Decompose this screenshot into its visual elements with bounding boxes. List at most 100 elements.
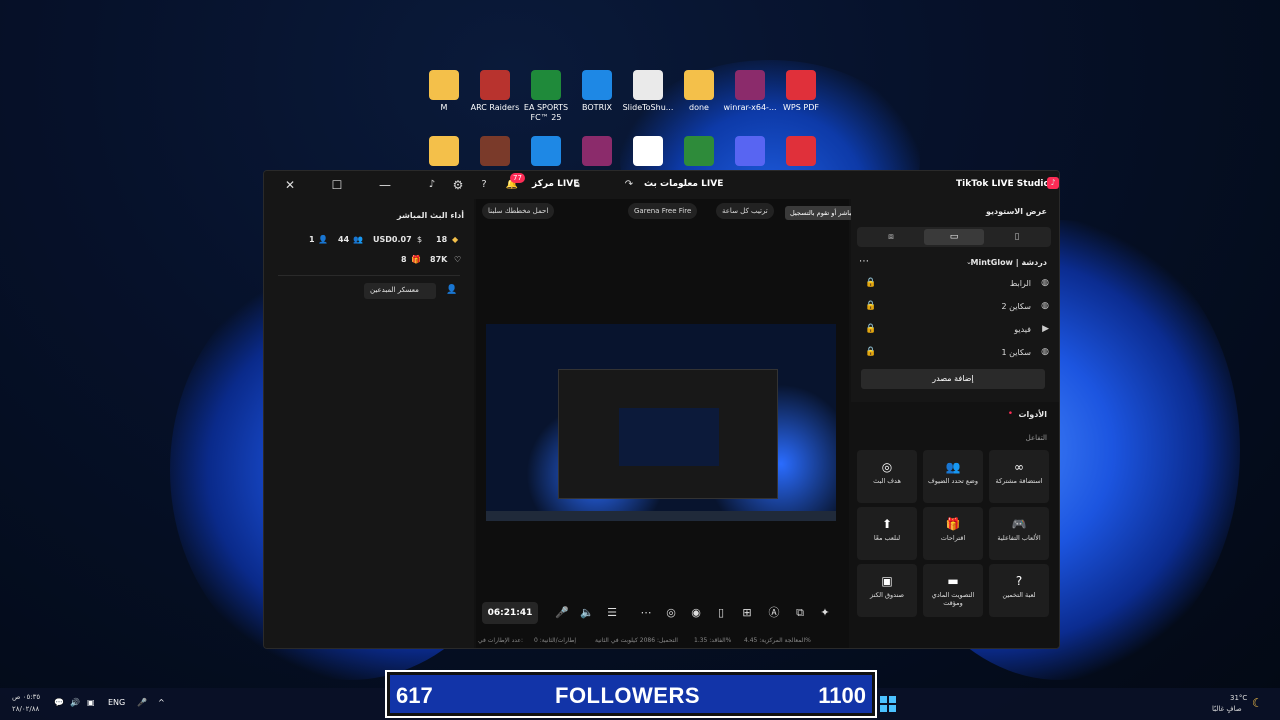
stream-stats: المعالجة المركزية: 4.45% الفاقد: 1.35% ا… [476, 635, 849, 648]
desktop-app-icon [735, 136, 765, 166]
home-icon[interactable]: ⌂ [569, 177, 585, 193]
minimize-button[interactable]: — [377, 177, 393, 193]
followers-current: 617 [396, 683, 433, 708]
tip-chip-plan[interactable]: احمل مخططك سلبنا [482, 203, 555, 219]
phone-icon[interactable]: ▯ [713, 605, 729, 621]
effects-icon[interactable]: ⧉ [792, 605, 808, 621]
tool-treasure-box[interactable]: ▣ صندوق الكنز [857, 564, 917, 617]
stat-fps: إطارات/الثانية: 0 [534, 637, 577, 644]
temperature[interactable]: 31°C [1230, 694, 1247, 702]
desktop-icon[interactable]: EA SPORTS FC™ 25 [518, 70, 574, 123]
treasure-icon: ▣ [881, 574, 893, 588]
add-screen-icon[interactable]: ⊞ [739, 605, 755, 621]
source-row[interactable]: 🔒 فيديو ▶ [861, 321, 1051, 339]
tool-games[interactable]: 🎮 الألعاب التفاعلية [989, 507, 1049, 560]
creator-camp-button[interactable]: معسكر المبدعين [364, 283, 436, 299]
mic-icon[interactable]: 🎤 [137, 698, 147, 707]
desktop-icon[interactable]: BOTRIX [569, 70, 625, 113]
desktop-icon[interactable] [416, 136, 472, 169]
desktop-icon[interactable] [620, 136, 676, 169]
source-name: سكاين 1 [1001, 348, 1031, 357]
weather-moon-icon[interactable]: ☾ [1252, 696, 1263, 710]
tiktok-live-studio-window: ✕ ☐ — ♪ ⚙ ? 🔔 77 مركز LIVE ⌂ ↷ معلومات ب… [263, 170, 1060, 649]
lock-icon[interactable]: 🔒 [865, 278, 876, 288]
tool-play-together[interactable]: ⬆ لنلعب معًا [857, 507, 917, 560]
volume-icon[interactable]: 🔊 [70, 698, 80, 707]
microphone-icon[interactable]: 🎤 [554, 605, 570, 621]
tiktok-logo-icon: ♪ [428, 179, 436, 190]
source-row[interactable]: 🔒 سكاين 1 ◍ [861, 344, 1051, 362]
tool-guess-game[interactable]: ? لعبة التخمين [989, 564, 1049, 617]
desktop-app-icon [684, 136, 714, 166]
clock-time[interactable]: ٠٥:٣٥ ص [12, 693, 40, 701]
guests-icon: 👥 [945, 460, 961, 474]
sliders-icon[interactable]: ☰ [604, 605, 620, 621]
share-icon[interactable]: ↷ [621, 177, 637, 193]
clock-date[interactable]: ٢٨/٠٢/٨٨ [12, 705, 39, 713]
desktop-icon[interactable]: done [671, 70, 727, 113]
ai-icon[interactable]: Ⓐ [766, 605, 782, 621]
stream-preview[interactable] [486, 324, 836, 521]
lock-icon[interactable]: 🔒 [865, 347, 876, 357]
close-button[interactable]: ✕ [282, 177, 298, 193]
orientation-split-icon[interactable]: ⧈ [861, 229, 921, 245]
desktop-icon[interactable] [518, 136, 574, 169]
desktop-icon[interactable]: WPS PDF [773, 70, 829, 113]
source-row[interactable]: 🔒 الرابط ◍ [861, 275, 1051, 293]
magic-wand-icon[interactable]: ✦ [817, 605, 833, 621]
tip-chip-game[interactable]: Garena Free Fire [628, 203, 698, 219]
orientation-portrait-icon[interactable]: ▯ [987, 229, 1047, 245]
tool-live-goal[interactable]: ◎ هدف البث [857, 450, 917, 503]
add-source-button[interactable]: إضافة مصدر [861, 369, 1045, 389]
nested-preview-window [558, 369, 778, 499]
desktop-icon[interactable]: SlideToShu... [620, 70, 676, 113]
stream-info-label[interactable]: معلومات بث LIVE [644, 179, 723, 189]
orientation-toggle: ⧈ ▭ ▯ [857, 227, 1051, 247]
scene-more-icon[interactable]: ⋯ [859, 256, 869, 267]
lock-icon[interactable]: 🔒 [865, 324, 876, 334]
start-button[interactable] [880, 696, 896, 712]
desktop-icon[interactable]: M [416, 70, 472, 113]
desktop-icon[interactable] [569, 136, 625, 169]
network-icon[interactable]: ▣ [87, 698, 95, 707]
maximize-button[interactable]: ☐ [329, 177, 345, 193]
tool-voting[interactable]: ▬ التصويت المادي ومؤقت [923, 564, 983, 617]
creator-camp-label: معسكر المبدعين [370, 286, 419, 294]
record-icon[interactable]: ◉ [688, 605, 704, 621]
desktop-app-icon [735, 70, 765, 100]
chevron-up-icon[interactable]: ^ [158, 698, 165, 707]
tool-label: اقتراحات [940, 534, 966, 542]
desktop-app-icon [633, 136, 663, 166]
tool-guests[interactable]: 👥 وضع تحدد الضيوف [923, 450, 983, 503]
gift-icon: 🎁 [411, 255, 421, 264]
desktop-icon[interactable]: winrar-x64-... [722, 70, 778, 113]
desktop-icon[interactable] [722, 136, 778, 169]
lock-icon[interactable]: 🔒 [865, 301, 876, 311]
speaker-icon[interactable]: 🔈 [579, 605, 595, 621]
target-icon: ◎ [881, 460, 893, 474]
desktop-icon-label: BOTRIX [582, 103, 612, 112]
weather-text[interactable]: صافٍ غالبًا [1212, 705, 1242, 713]
more-icon[interactable]: ⋯ [638, 605, 654, 621]
source-row[interactable]: 🔒 سكاين 2 ◍ [861, 298, 1051, 316]
help-icon[interactable]: ? [476, 177, 492, 193]
desktop-app-icon [582, 70, 612, 100]
desktop-app-icon [582, 136, 612, 166]
scene-title[interactable]: MintGlow | دردشة [971, 258, 1047, 267]
desktop-icon-label: M [440, 103, 448, 112]
orientation-landscape-icon[interactable]: ▭ [924, 229, 984, 245]
target-icon[interactable]: ◎ [663, 605, 679, 621]
desktop-icon[interactable] [773, 136, 829, 169]
desktop-icon[interactable] [467, 136, 523, 169]
tool-suggestions[interactable]: 🎁 اقتراحات [923, 507, 983, 560]
desktop-icon[interactable] [671, 136, 727, 169]
tip-chip-ranking[interactable]: ترتيب كل ساعة [716, 203, 774, 219]
settings-icon[interactable]: ⚙ [450, 177, 466, 193]
globe-icon: ◍ [1041, 347, 1049, 357]
nested-preview-screen [619, 408, 719, 466]
desktop-icon[interactable]: ARC Raiders [467, 70, 523, 113]
scene-chevron-icon[interactable]: ⌄ [966, 258, 972, 266]
chat-icon[interactable]: 💬 [54, 698, 64, 707]
tool-cohost[interactable]: ∞ استضافة مشتركة [989, 450, 1049, 503]
language-indicator[interactable]: ENG [108, 698, 125, 707]
